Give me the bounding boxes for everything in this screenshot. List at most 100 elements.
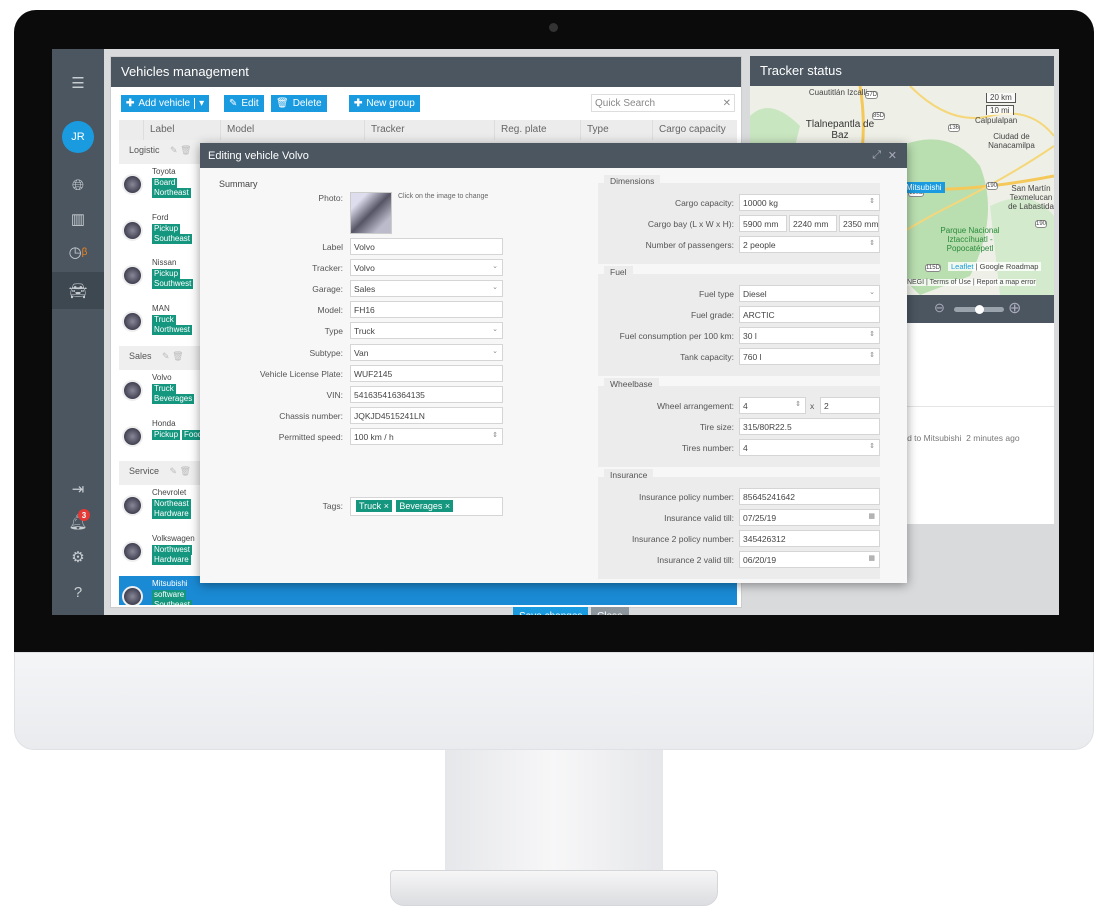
model-input[interactable]: FH16: [350, 301, 503, 319]
tire-size-input[interactable]: 315/80R22.5: [739, 418, 880, 435]
calendar-icon[interactable]: ▦: [868, 554, 875, 562]
chassis-number-input[interactable]: JQKJD4515241LN: [350, 406, 503, 424]
fuel-type-select[interactable]: Diesel ⌄: [739, 285, 880, 302]
chevron-down-icon[interactable]: ⌄: [492, 347, 498, 355]
garage-select[interactable]: Sales ⌄: [350, 280, 503, 298]
vehicle-marker-label[interactable]: Mitsubishi: [903, 182, 945, 193]
spinner-icon[interactable]: ⇕: [869, 197, 875, 205]
number-of-passengers-input[interactable]: 2 people ⇕: [739, 236, 880, 253]
gear-icon[interactable]: ⚙: [52, 542, 104, 572]
camera: [549, 23, 558, 32]
close-button[interactable]: Close: [591, 607, 629, 615]
edit-group-icon[interactable]: ✎: [167, 466, 178, 476]
wheel-arrangement-input[interactable]: 2: [820, 397, 880, 414]
insurance-valid-till-input[interactable]: 07/25/19 ▦: [739, 509, 880, 526]
photo-hint: Click on the image to change: [398, 193, 489, 200]
column-reg-plate[interactable]: Reg. plate: [494, 120, 580, 140]
clear-icon[interactable]: ✕: [723, 98, 731, 109]
field-value: 760 l: [743, 352, 762, 362]
tires-number-input[interactable]: 4 ⇕: [739, 439, 880, 456]
vehicle-photo[interactable]: [350, 192, 392, 234]
insurance-2-policy-number-input[interactable]: 345426312: [739, 530, 880, 547]
photo-label: Photo:: [318, 193, 343, 203]
cargo-bay-l-x-w-x-h-input[interactable]: 2240 mm: [789, 215, 837, 232]
clock-pin-icon[interactable]: ◷ β: [52, 237, 104, 267]
summary-heading: Summary: [219, 179, 258, 189]
save-changes-button[interactable]: Save changes: [513, 607, 589, 615]
chevron-down-icon[interactable]: ⌄: [869, 288, 875, 296]
remove-tag-icon[interactable]: ×: [384, 501, 389, 511]
wheel-arrangement-input[interactable]: 4 ⇕: [739, 397, 806, 414]
fuel-grade-input[interactable]: ARCTIC: [739, 306, 880, 323]
tracker-select[interactable]: Volvo ⌄: [350, 259, 503, 277]
vehicle-thumbnail: [122, 310, 143, 332]
quick-search-input[interactable]: Quick Search ✕: [591, 94, 735, 112]
type-select[interactable]: Truck ⌄: [350, 322, 503, 340]
maximize-icon[interactable]: ⤢: [872, 149, 881, 162]
insurance-policy-number-input[interactable]: 85645241642: [739, 488, 880, 505]
terms-link[interactable]: Terms of Use: [930, 279, 971, 286]
delete-button[interactable]: 🗑︎ Delete: [271, 95, 327, 112]
menu-icon[interactable]: ☰: [52, 68, 104, 98]
column-tracker[interactable]: Tracker: [364, 120, 494, 140]
tags-input[interactable]: Truck × Beverages ×: [350, 497, 503, 516]
edit-group-icon[interactable]: ✎: [168, 145, 178, 155]
column-label[interactable]: Label: [143, 120, 220, 140]
column-type[interactable]: Type: [580, 120, 652, 140]
edit-button[interactable]: ✎ Edit: [224, 95, 264, 112]
section-title: Insurance: [604, 469, 654, 481]
zoom-out-icon[interactable]: ⊖: [934, 300, 945, 316]
leaflet-link[interactable]: Leaflet: [951, 262, 974, 271]
avatar[interactable]: JR: [62, 121, 94, 153]
car-icon[interactable]: 🚘︎: [52, 272, 104, 309]
field-value: 2: [824, 401, 829, 411]
chevron-down-icon[interactable]: ⌄: [492, 283, 498, 291]
delete-group-icon[interactable]: 🗑︎: [178, 145, 191, 155]
delete-group-icon[interactable]: 🗑︎: [177, 466, 191, 476]
add-vehicle-button[interactable]: ✚ Add vehicle ▾: [121, 95, 210, 112]
cargo-bay-l-x-w-x-h-input[interactable]: 2350 mm: [839, 215, 879, 232]
chart-icon[interactable]: ▥: [52, 204, 104, 234]
event-item[interactable]: ...d to Mitsubishi 2 minutes ago: [900, 433, 1020, 443]
spinner-icon[interactable]: ⇕: [795, 400, 801, 408]
dropdown-icon[interactable]: ▾: [194, 98, 204, 109]
subtype-select[interactable]: Van ⌄: [350, 343, 503, 361]
spinner-icon[interactable]: ⇕: [869, 442, 875, 450]
cargo-bay-l-x-w-x-h-input[interactable]: 5900 mm: [739, 215, 787, 232]
column-cargo-capacity[interactable]: Cargo capacity: [652, 120, 737, 140]
tank-capacity-input[interactable]: 760 l ⇕: [739, 348, 880, 365]
edit-group-icon[interactable]: ✎: [160, 351, 170, 361]
spinner-icon[interactable]: ⇕: [869, 330, 875, 338]
monitor-base: [390, 870, 718, 906]
report-link[interactable]: Report a map error: [977, 279, 1036, 286]
new-group-button[interactable]: ✚ New group: [349, 95, 420, 112]
column-model[interactable]: Model: [220, 120, 364, 140]
close-icon[interactable]: ✕: [888, 149, 897, 162]
permitted-speed-input[interactable]: 100 km / h ⇕: [350, 427, 503, 445]
vin-input[interactable]: 541635416364135: [350, 385, 503, 403]
cargo-capacity-input[interactable]: 10000 kg ⇕: [739, 194, 880, 211]
zoom-slider-handle[interactable]: [975, 305, 984, 314]
field-label: VIN:: [326, 389, 343, 400]
insurance-2-valid-till-input[interactable]: 06/20/19 ▦: [739, 551, 880, 568]
label-input[interactable]: Volvo: [350, 238, 503, 255]
spinner-icon[interactable]: ⇕: [869, 239, 875, 247]
tag-truck: Truck: [359, 501, 382, 511]
zoom-slider[interactable]: [954, 305, 1004, 314]
remove-tag-icon[interactable]: ×: [445, 501, 450, 511]
zoom-in-icon[interactable]: ⊕: [1008, 298, 1021, 318]
globe-icon[interactable]: 🌐︎: [52, 170, 104, 200]
delete-group-icon[interactable]: 🗑︎: [170, 351, 183, 361]
chevron-down-icon[interactable]: ⌄: [492, 325, 498, 333]
vehicle-license-plate-input[interactable]: WUF2145: [350, 364, 503, 382]
spinner-icon[interactable]: ⇕: [869, 351, 875, 359]
logout-icon[interactable]: ⇥: [52, 474, 104, 504]
fuel-consumption-per-100-km-input[interactable]: 30 l ⇕: [739, 327, 880, 344]
vehicle-tag: Southwest: [152, 279, 194, 289]
vehicle-tag: software: [152, 590, 187, 600]
chevron-down-icon[interactable]: ⌄: [492, 262, 498, 270]
section-fuel: Fuel Fuel type Diesel ⌄ Fuel grade: ARCTIC Fue…: [598, 266, 880, 376]
spinner-icon[interactable]: ⇕: [492, 431, 498, 439]
help-icon[interactable]: ?: [52, 577, 104, 607]
calendar-icon[interactable]: ▦: [868, 512, 875, 520]
